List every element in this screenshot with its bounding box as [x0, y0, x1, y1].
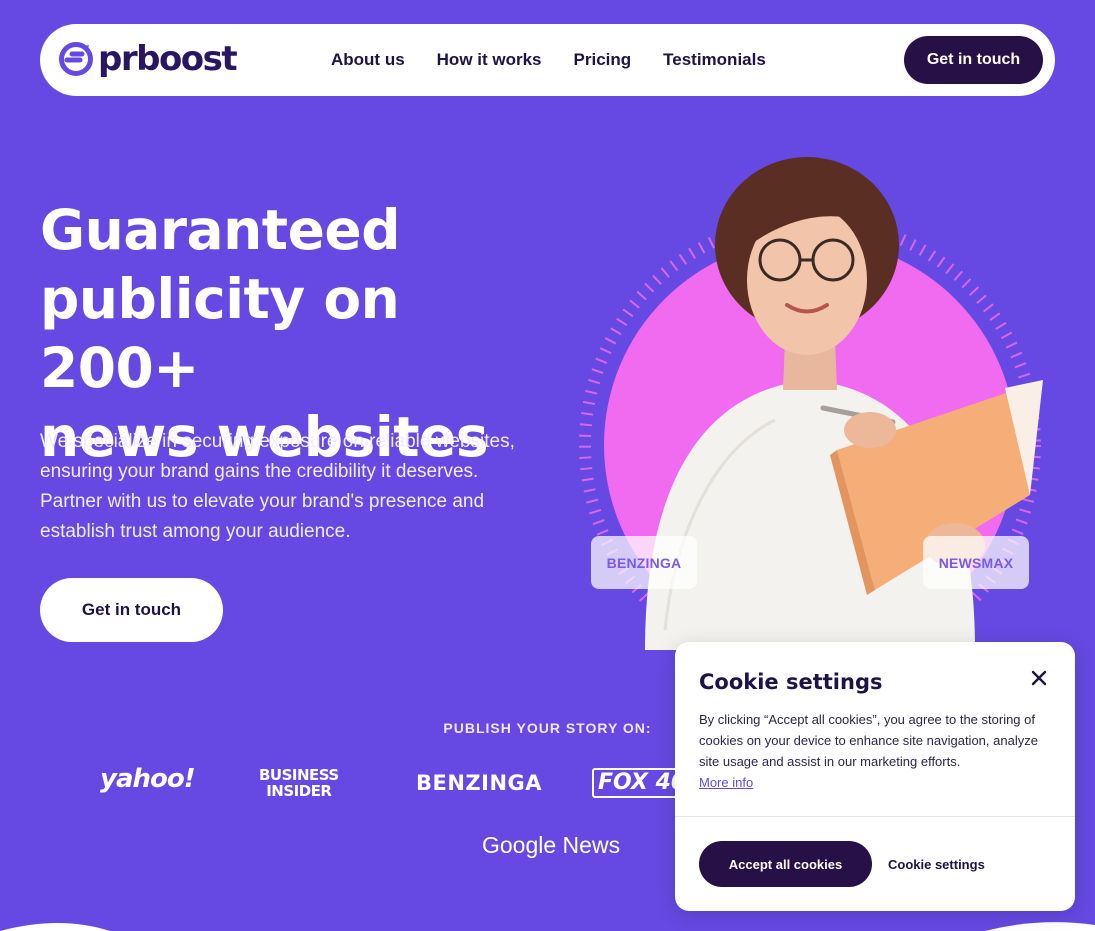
business-insider-logo: BUSINESS INSIDER: [259, 767, 339, 799]
more-info-link[interactable]: More info: [699, 775, 753, 790]
nav-about-us[interactable]: About us: [331, 50, 405, 70]
section-divider-curve: [0, 922, 1095, 931]
benzinga-logo: BENZINGA: [416, 771, 543, 795]
logo[interactable]: prboost: [58, 39, 238, 79]
hero-title-line: publicity on 200+: [40, 267, 400, 400]
hero-title-line: Guaranteed: [40, 198, 401, 262]
hero-illustration: BENZINGA NEWSMAX: [575, 150, 1045, 676]
benzinga-badge: BENZINGA: [591, 536, 697, 589]
site-header: prboost About us How it works Pricing Te…: [40, 24, 1055, 96]
nav-pricing[interactable]: Pricing: [574, 50, 632, 70]
main-nav: About us How it works Pricing Testimonia…: [331, 24, 798, 96]
cookie-settings-button[interactable]: Cookie settings: [888, 841, 985, 887]
logo-wordmark: prboost: [98, 39, 238, 79]
cookie-dialog-text: By clicking “Accept all cookies”, you ag…: [699, 709, 1049, 793]
nav-testimonials[interactable]: Testimonials: [663, 50, 766, 70]
yahoo-logo: yahoo!: [100, 764, 196, 794]
nav-how-it-works[interactable]: How it works: [437, 50, 542, 70]
cookie-dialog-title: Cookie settings: [699, 670, 883, 694]
cookie-dialog: Cookie settings By clicking “Accept all …: [675, 642, 1075, 911]
logo-mark-icon: [59, 42, 93, 76]
accept-all-cookies-button[interactable]: Accept all cookies: [699, 841, 872, 887]
newsmax-badge: NEWSMAX: [923, 536, 1029, 589]
divider: [675, 816, 1075, 817]
header-get-in-touch-button[interactable]: Get in touch: [904, 36, 1043, 84]
google-news-logo: Google News: [482, 832, 621, 858]
hero-get-in-touch-button[interactable]: Get in touch: [40, 578, 223, 642]
cookie-description: By clicking “Accept all cookies”, you ag…: [699, 712, 1038, 769]
close-icon[interactable]: [1029, 668, 1049, 688]
business-insider-line: INSIDER: [266, 782, 332, 800]
business-insider-line: BUSINESS: [259, 766, 339, 784]
hero-description: We specialize in securing exposure on re…: [40, 431, 515, 542]
